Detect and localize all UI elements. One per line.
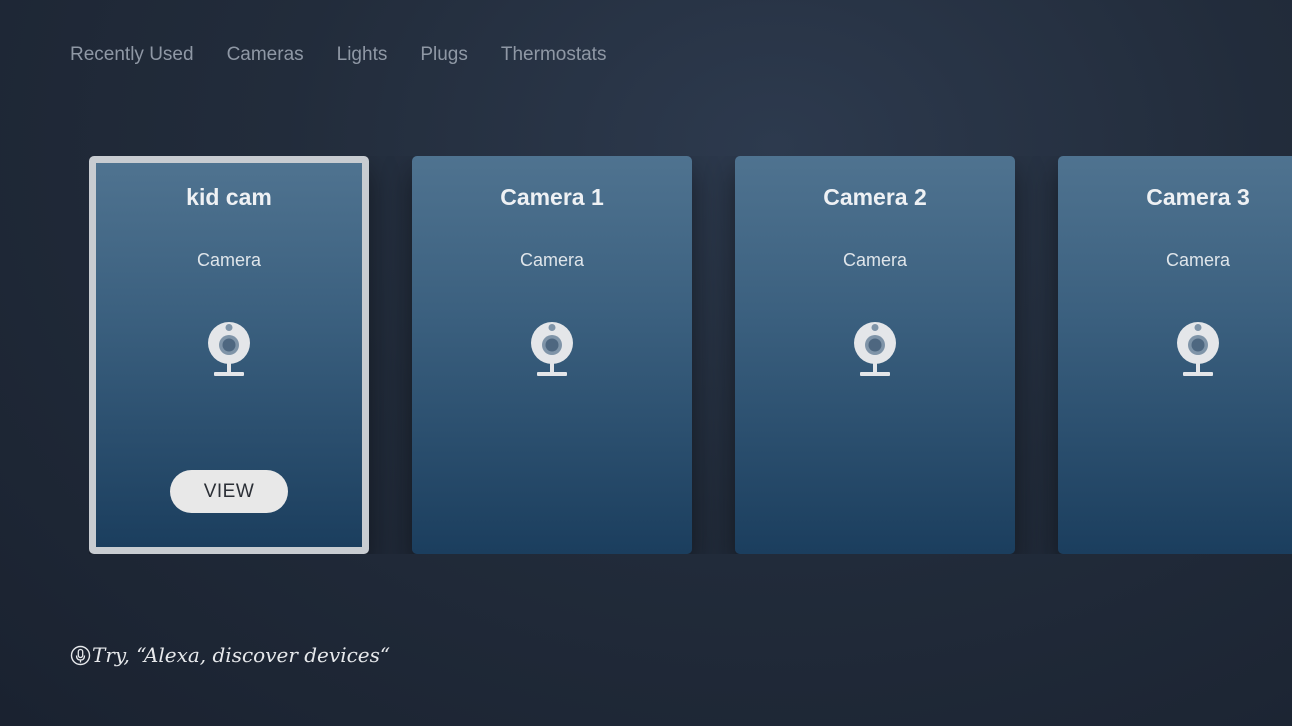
microphone-icon xyxy=(70,645,91,666)
webcam-icon xyxy=(1175,321,1221,379)
nav-item-thermostats[interactable]: Thermostats xyxy=(501,42,607,68)
device-card-camera-1[interactable]: Camera 1 Camera xyxy=(412,156,692,554)
device-card-type: Camera xyxy=(196,250,262,270)
device-card-title: Camera 2 xyxy=(823,184,927,210)
device-card-camera-3[interactable]: Camera 3 Camera xyxy=(1058,156,1292,554)
webcam-icon xyxy=(206,321,252,379)
view-button[interactable]: VIEW xyxy=(170,470,288,513)
device-card-kid-cam[interactable]: kid cam Camera VIEW xyxy=(89,156,369,554)
webcam-icon xyxy=(852,321,898,379)
device-cards-row: kid cam Camera VIEW Camera 1 Camera Came… xyxy=(89,156,1292,554)
category-nav: Recently Used Cameras Lights Plugs Therm… xyxy=(70,42,639,68)
nav-item-plugs[interactable]: Plugs xyxy=(420,42,468,68)
device-card-camera-2[interactable]: Camera 2 Camera xyxy=(735,156,1015,554)
voice-hint: Try, “Alexa, discover devices“ xyxy=(70,643,390,667)
voice-hint-text: Try, “Alexa, discover devices“ xyxy=(92,643,391,667)
device-card-type: Camera xyxy=(519,250,585,270)
nav-item-recently-used[interactable]: Recently Used xyxy=(70,42,194,68)
device-card-title: Camera 3 xyxy=(1146,184,1250,210)
device-card-title: Camera 1 xyxy=(500,184,604,210)
device-card-title: kid cam xyxy=(186,184,272,210)
device-card-type: Camera xyxy=(1165,250,1231,270)
nav-item-cameras[interactable]: Cameras xyxy=(227,42,304,68)
webcam-icon xyxy=(529,321,575,379)
device-card-type: Camera xyxy=(842,250,908,270)
nav-item-lights[interactable]: Lights xyxy=(337,42,388,68)
